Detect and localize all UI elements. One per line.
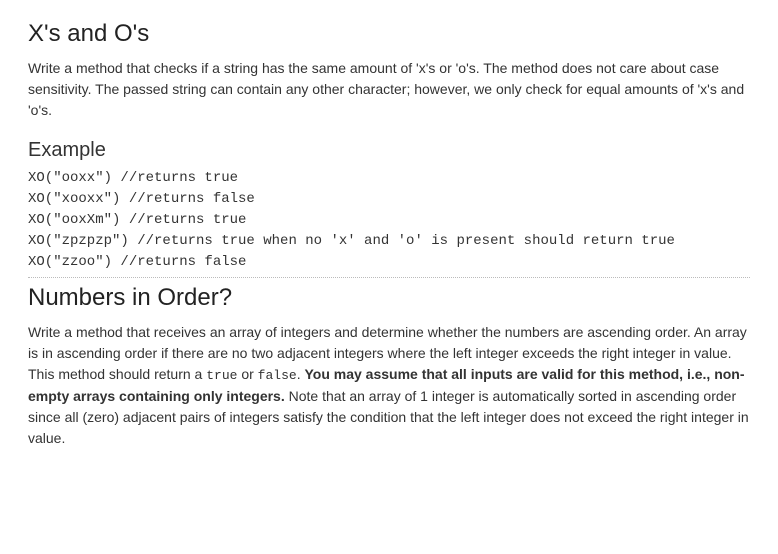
section-divider xyxy=(28,277,750,278)
section-description-xo: Write a method that checks if a string h… xyxy=(28,58,750,121)
section-description-numbers: Write a method that receives an array of… xyxy=(28,322,750,449)
example-code-block: XO("ooxx") //returns true XO("xooxx") //… xyxy=(28,168,750,273)
section-title-xo: X's and O's xyxy=(28,20,750,48)
example-heading: Example xyxy=(28,139,750,162)
section-title-numbers: Numbers in Order? xyxy=(28,284,750,312)
inline-code-true: true xyxy=(206,368,237,383)
inline-code-false: false xyxy=(258,368,297,383)
document-page: X's and O's Write a method that checks i… xyxy=(0,0,778,475)
desc-part2: or xyxy=(237,366,257,382)
